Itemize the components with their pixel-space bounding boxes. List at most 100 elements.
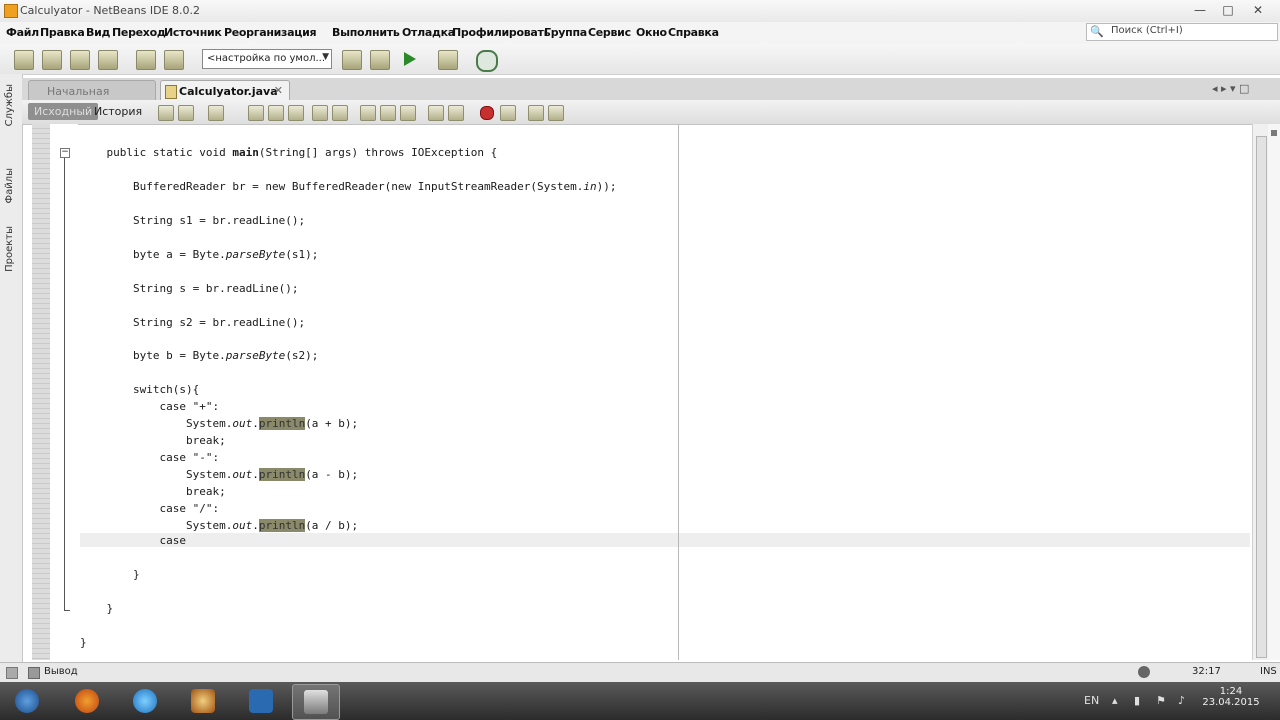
minimize-window-icon[interactable] — [6, 667, 18, 679]
run-icon[interactable] — [404, 52, 416, 66]
tab-calculyator-java-label: Calculyator.java — [179, 85, 278, 98]
toggle-highlight-icon[interactable] — [312, 105, 328, 121]
tab-projects[interactable]: Проекты — [4, 226, 18, 272]
clock-date: 23.04.2015 — [1202, 697, 1260, 708]
start-button[interactable] — [4, 684, 50, 718]
close-tab-icon[interactable]: ✕ — [274, 84, 283, 97]
code-line: byte a = Byte.parseByte(s1); — [80, 248, 319, 261]
search-icon: 🔍 — [1090, 25, 1104, 38]
open-project-icon[interactable] — [70, 50, 90, 70]
code-line: System.out.println(a - b); — [80, 468, 359, 481]
redo-icon[interactable] — [164, 50, 184, 70]
configuration-select[interactable]: <настройка по умол... ▼ — [202, 49, 332, 69]
minimize-button[interactable]: — — [1186, 2, 1214, 18]
tab-calculyator-java[interactable]: Calculyator.java ✕ — [160, 80, 290, 101]
tab-files[interactable]: Файлы — [4, 168, 18, 204]
maxthon-icon — [249, 689, 273, 713]
menu-view[interactable]: Вид — [86, 26, 110, 39]
scrollbar-thumb[interactable] — [1256, 136, 1267, 658]
notifications-icon[interactable] — [1138, 666, 1150, 678]
netbeans-app-icon — [4, 4, 18, 18]
menu-team[interactable]: Группа — [544, 26, 587, 39]
save-all-icon[interactable] — [98, 50, 118, 70]
code-line: byte b = Byte.parseByte(s2); — [80, 349, 319, 362]
find-icon[interactable] — [248, 105, 264, 121]
side-panel-strip: Службы Файлы Проекты — [0, 74, 23, 662]
menu-source[interactable]: Источник — [164, 26, 222, 39]
code-line: String s2 = br.readLine(); — [80, 316, 306, 329]
menu-file[interactable]: Файл — [6, 26, 39, 39]
code-line: public static void main(String[] args) t… — [80, 146, 498, 159]
toggle-bookmark-icon[interactable] — [400, 105, 416, 121]
editor-scrollbar[interactable] — [1252, 124, 1269, 660]
code-line: System.out.println(a / b); — [80, 519, 359, 532]
new-project-icon[interactable] — [42, 50, 62, 70]
menu-help[interactable]: Справка — [668, 26, 719, 39]
taskbar-media-player[interactable] — [180, 684, 226, 718]
code-line-current[interactable]: case — [80, 534, 186, 548]
chevron-down-icon: ▼ — [322, 52, 329, 62]
configuration-value: <настройка по умол... — [207, 53, 326, 64]
action-center-icon[interactable]: ⚑ — [1156, 694, 1166, 707]
system-clock[interactable]: 1:24 23.04.2015 — [1196, 686, 1266, 708]
language-indicator[interactable]: EN — [1084, 694, 1099, 707]
network-icon[interactable]: ▮ — [1134, 694, 1140, 707]
java-file-icon — [165, 85, 177, 99]
find-previous-icon[interactable] — [268, 105, 284, 121]
menu-run[interactable]: Выполнить — [332, 26, 400, 39]
code-line: String s = br.readLine(); — [80, 282, 299, 295]
previous-bookmark-icon[interactable] — [360, 105, 376, 121]
insert-mode: INS — [1260, 666, 1277, 677]
start-macro-icon[interactable] — [480, 106, 494, 120]
taskbar-ie[interactable] — [122, 684, 168, 718]
code-line: System.out.println(a + b); — [80, 417, 359, 430]
menu-profile[interactable]: Профилировать — [452, 26, 551, 39]
comment-icon[interactable] — [528, 105, 544, 121]
taskbar-maxthon[interactable] — [238, 684, 284, 718]
new-file-icon[interactable] — [14, 50, 34, 70]
volume-icon[interactable]: ♪ — [1178, 694, 1185, 707]
forward-icon[interactable] — [208, 105, 224, 121]
find-next-icon[interactable] — [288, 105, 304, 121]
uncomment-icon[interactable] — [548, 105, 564, 121]
output-tab[interactable]: Вывод — [44, 666, 78, 677]
build-icon[interactable] — [342, 50, 362, 70]
next-bookmark-icon[interactable] — [380, 105, 396, 121]
menu-debug[interactable]: Отладка — [402, 26, 455, 39]
undo-icon[interactable] — [136, 50, 156, 70]
tab-history[interactable]: История — [88, 103, 148, 120]
status-indicator-icon — [1271, 130, 1277, 136]
debug-icon[interactable] — [438, 50, 458, 70]
taskbar-firefox[interactable] — [64, 684, 110, 718]
tab-start-page[interactable]: Начальная страница — [28, 80, 156, 111]
tabs-nav-icons[interactable]: ◂ ▸ ▾ □ — [1212, 82, 1249, 95]
menu-refactor[interactable]: Реорганизация — [224, 26, 317, 39]
taskbar-netbeans[interactable] — [292, 684, 340, 720]
code-line: BufferedReader br = new BufferedReader(n… — [80, 180, 617, 193]
stop-macro-icon[interactable] — [500, 105, 516, 121]
code-editor[interactable]: public static void main(String[] args) t… — [80, 124, 1250, 660]
menu-tools[interactable]: Сервис — [588, 26, 631, 39]
last-edit-icon[interactable] — [158, 105, 174, 121]
shift-left-icon[interactable] — [428, 105, 444, 121]
toggle-rect-selection-icon[interactable] — [332, 105, 348, 121]
shift-right-icon[interactable] — [448, 105, 464, 121]
menu-edit[interactable]: Правка — [40, 26, 85, 39]
profile-icon[interactable] — [476, 50, 498, 72]
close-button[interactable]: ✕ — [1244, 2, 1272, 18]
title-bar: Calculyator - NetBeans IDE 8.0.2 — □ ✕ — [0, 0, 1280, 22]
maximize-button[interactable]: □ — [1214, 2, 1242, 18]
menu-window[interactable]: Окно — [636, 26, 667, 39]
caret-position: 32:17 — [1192, 666, 1221, 677]
code-line: } — [80, 602, 114, 615]
tab-services[interactable]: Службы — [4, 84, 18, 126]
back-icon[interactable] — [178, 105, 194, 121]
show-hidden-icons-icon[interactable]: ▴ — [1112, 694, 1118, 707]
clean-build-icon[interactable] — [370, 50, 390, 70]
menu-navigate[interactable]: Переход — [112, 26, 166, 39]
fold-collapse-icon[interactable]: − — [60, 148, 70, 158]
code-line: switch(s){ — [80, 383, 200, 396]
code-line: case "/": — [80, 502, 220, 515]
window-title: Calculyator - NetBeans IDE 8.0.2 — [20, 4, 201, 17]
quick-search-input[interactable]: 🔍 Поиск (Ctrl+I) — [1086, 23, 1278, 41]
